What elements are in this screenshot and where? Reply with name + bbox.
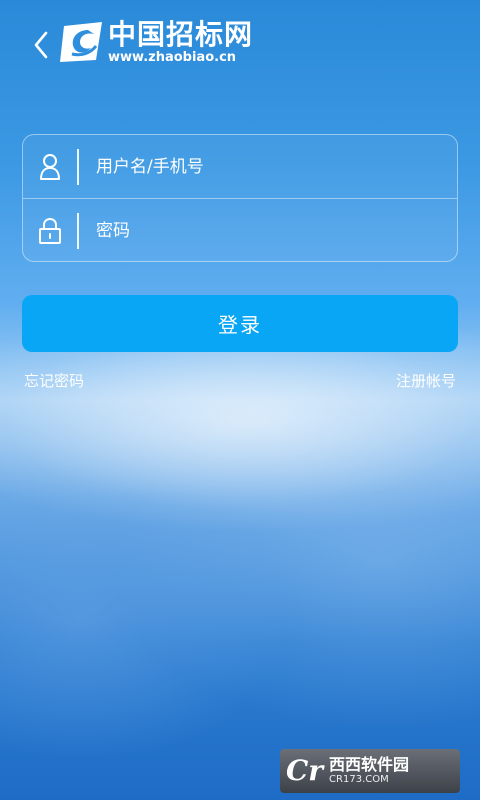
back-button[interactable] [30, 30, 52, 60]
watermark-name: 西西软件园 [329, 755, 410, 774]
user-icon [23, 135, 77, 198]
field-divider [77, 148, 79, 185]
password-row [23, 198, 457, 261]
password-input[interactable] [94, 219, 418, 242]
chevron-left-icon [34, 31, 48, 59]
brand-name: 中国招标网 [108, 18, 254, 51]
login-button[interactable]: 登录 [22, 295, 458, 352]
zhaobiao-logo-icon [60, 22, 102, 62]
brand-logo: 中国招标网 www.zhaobiao.cn [58, 20, 253, 66]
brand-url: www.zhaobiao.cn [108, 50, 237, 65]
lock-icon [23, 199, 77, 261]
watermark-url: CR173.COM [329, 774, 389, 785]
login-form [22, 134, 458, 262]
username-row [23, 135, 457, 198]
forgot-password-link[interactable]: 忘记密码 [24, 370, 84, 391]
register-link[interactable]: 注册帐号 [396, 370, 456, 391]
background-haze [0, 330, 480, 510]
watermark-logo: Cr [286, 754, 324, 787]
username-input[interactable] [94, 155, 418, 178]
login-screen: 中国招标网 www.zhaobiao.cn 用户名/手机号 登录 忘记密码 注册… [0, 0, 480, 800]
field-divider [77, 212, 79, 249]
site-watermark: Cr 西西软件园 CR173.COM [280, 749, 460, 793]
